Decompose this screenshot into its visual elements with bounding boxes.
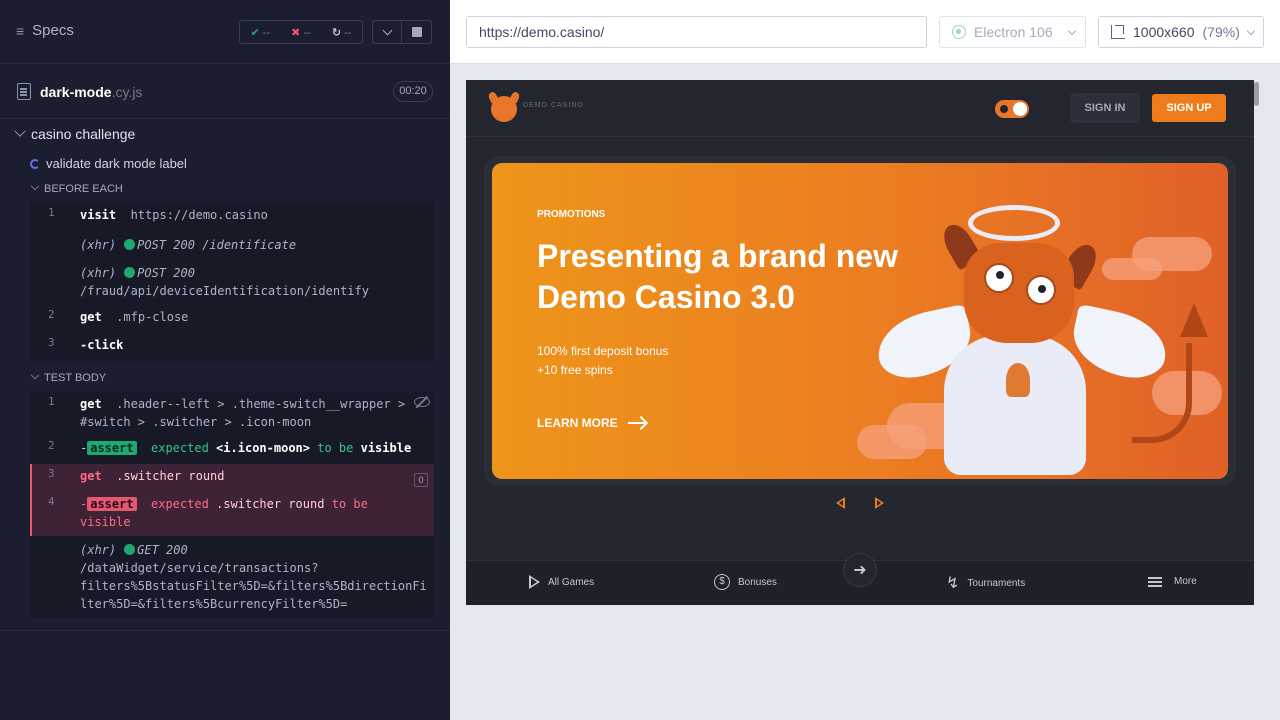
specs-button[interactable]: ≡ Specs [16, 22, 74, 39]
cloud-graphic [1102, 258, 1162, 280]
promo-tag: PROMOTIONS [537, 209, 606, 220]
theme-switch[interactable] [995, 100, 1029, 118]
nav-bonuses[interactable]: $ Bonuses [714, 574, 777, 590]
status-dot [124, 267, 136, 278]
pupil-graphic [996, 271, 1004, 279]
assert-row-failed[interactable]: 4 - assert expected .switcher round to be… [30, 495, 434, 531]
sign-up-button[interactable]: SIGN UP [1152, 94, 1226, 122]
nav-more[interactable]: More [1148, 576, 1197, 587]
play-icon [529, 575, 540, 589]
passed-stat: ✔ -- [250, 26, 271, 39]
site-header: DEMO CASINO SIGN IN SIGN UP [466, 80, 1254, 137]
assert-row[interactable]: 2 - assert expected <i.icon-moon> to be v… [30, 439, 434, 457]
assert-badge: assert [87, 497, 137, 511]
scroll-thumb[interactable] [1254, 82, 1259, 106]
carousel-prev-button[interactable] [836, 497, 845, 509]
spinner-icon: ↻ [331, 26, 342, 39]
ruler-icon [1111, 25, 1125, 39]
stop-icon [411, 27, 422, 37]
nav-all-games[interactable]: All Games [529, 575, 594, 589]
xhr-row[interactable]: (xhr) POST 200/fraud/api/deviceIdentifica… [30, 264, 434, 300]
chevron-down-icon [30, 370, 40, 380]
bolt-icon: ↯ [946, 575, 960, 592]
logo-text[interactable]: DEMO CASINO [523, 102, 584, 109]
promo-banner[interactable]: PROMOTIONS Presenting a brand new Demo C… [492, 163, 1228, 479]
failed-stat: ✖ -- [291, 26, 311, 39]
electron-icon [952, 25, 966, 39]
browser-selector[interactable]: Electron 106 [939, 16, 1086, 48]
test-body-hook[interactable]: TEST BODY [30, 370, 106, 384]
devil-head-graphic [964, 243, 1074, 343]
aut-iframe: DEMO CASINO SIGN IN SIGN UP PROMOTIONS P… [466, 80, 1254, 605]
stop-button[interactable] [402, 21, 431, 43]
switch-knob [1013, 102, 1027, 116]
options-button[interactable] [373, 21, 403, 43]
specs-list-icon: ≡ [16, 22, 25, 39]
sign-in-button[interactable]: SIGN IN [1070, 93, 1140, 123]
login-icon: ➜ [853, 562, 867, 579]
file-icon [17, 83, 31, 100]
eye-slash-icon[interactable] [414, 397, 430, 407]
arrow-right-icon [627, 422, 646, 424]
tail-tip-graphic [1180, 303, 1208, 337]
bottom-navigation: All Games $ Bonuses ➜ ↯ Tournaments More [466, 553, 1254, 605]
promo-title: Presenting a brand new Demo Casino 3.0 [537, 238, 898, 315]
status-dot [124, 544, 136, 555]
pending-stat: ↻ -- [331, 26, 352, 39]
viewport-selector[interactable]: 1000x660 (79%) [1098, 16, 1264, 48]
chevron-down-icon [30, 181, 40, 191]
chevron-down-icon [382, 25, 392, 35]
eye-graphic [984, 263, 1014, 293]
xhr-row[interactable]: (xhr) GET 200/dataWidget/service/transact… [30, 541, 434, 613]
assert-badge: assert [87, 441, 137, 455]
chevron-down-icon [14, 125, 26, 137]
command-row[interactable]: 1 get .header--left > .theme-switch__wra… [30, 395, 434, 431]
login-button[interactable]: ➜ [843, 553, 877, 587]
spec-file-name[interactable]: dark-mode.cy.js [40, 84, 142, 100]
hands-graphic [1006, 363, 1030, 397]
command-row[interactable]: 3 -click [30, 336, 434, 354]
command-row[interactable]: 2 get .mfp-close [30, 308, 434, 326]
nav-tournaments[interactable]: ↯ Tournaments [946, 573, 1025, 593]
run-stats: ✔ -- ✖ -- ↻ -- [239, 20, 363, 44]
learn-more-link[interactable]: LEARN MORE [537, 416, 646, 430]
menu-icon [1148, 580, 1162, 583]
test-title[interactable]: validate dark mode label [30, 156, 187, 171]
url-bar[interactable]: https://demo.casino/ [466, 16, 927, 48]
status-dot [124, 239, 136, 250]
xhr-row[interactable]: (xhr) POST 200 /identificate [30, 236, 434, 254]
check-icon: ✔ [250, 26, 260, 39]
aut-header: https://demo.casino/ Electron 106 1000x6… [450, 0, 1280, 64]
command-row-failed[interactable]: 3 get .switcher round 0 [30, 467, 434, 487]
run-controls [372, 20, 432, 44]
promo-text: 100% first deposit bonus +10 free spins [537, 344, 669, 377]
x-icon: ✖ [291, 26, 301, 39]
iframe-scrollbar[interactable] [1254, 80, 1260, 605]
run-duration: 00:20 [393, 81, 433, 102]
pupil-graphic [1038, 285, 1046, 293]
moon-icon [1000, 105, 1008, 113]
element-count-badge: 0 [414, 473, 428, 487]
suite-title[interactable]: casino challenge [14, 125, 135, 142]
command-log-panel: ≡ Specs ✔ -- ✖ -- ↻ -- dark-mode.cy.js 0… [0, 0, 450, 720]
command-row[interactable]: 1 visit https://demo.casino [30, 206, 434, 224]
halo-graphic [968, 205, 1060, 241]
coin-icon: $ [714, 574, 730, 590]
chevron-down-icon [1246, 26, 1256, 35]
logo-devil-icon[interactable] [491, 96, 517, 122]
eye-graphic [1026, 275, 1056, 305]
robe-graphic [944, 335, 1086, 475]
before-each-hook[interactable]: BEFORE EACH [30, 181, 123, 195]
cloud-graphic [857, 425, 927, 459]
spinner-icon [30, 158, 40, 169]
chevron-down-icon [1067, 26, 1076, 35]
specs-label: Specs [32, 22, 74, 39]
reporter-header: ≡ Specs ✔ -- ✖ -- ↻ -- [0, 0, 450, 64]
divider [0, 630, 450, 631]
carousel-next-button[interactable] [875, 497, 884, 509]
